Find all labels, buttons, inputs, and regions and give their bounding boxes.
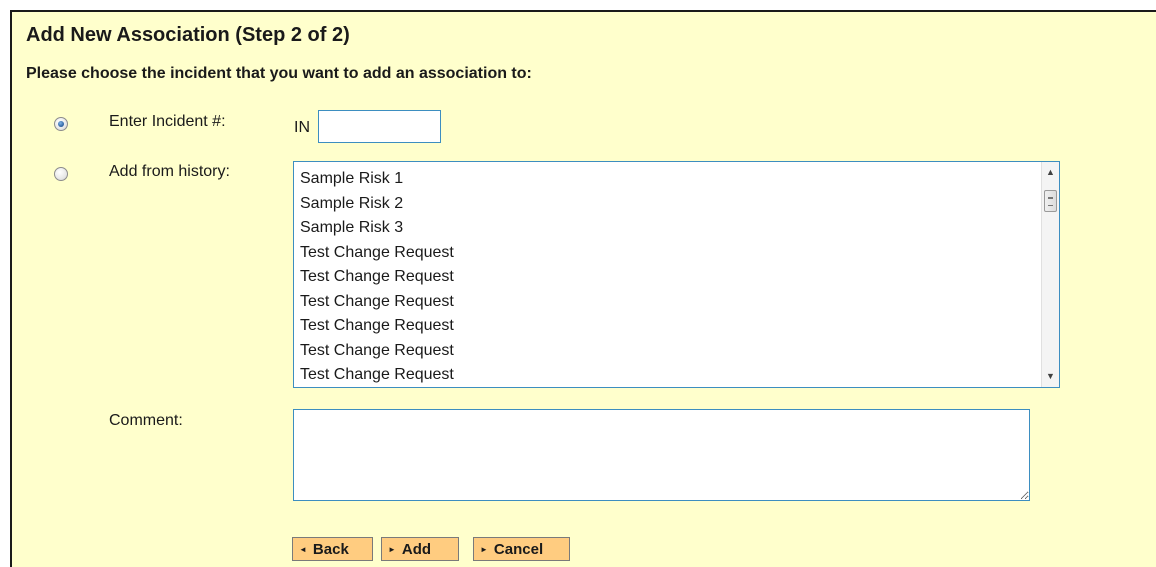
comment-label: Comment: [109, 412, 183, 429]
history-list-item[interactable]: Test Change Request [300, 339, 1059, 364]
history-list-item[interactable]: Test Change Request [300, 290, 1059, 315]
history-list-item[interactable]: Sample Risk 1 [300, 167, 1059, 192]
incident-prefix: IN [294, 119, 310, 136]
comment-textarea[interactable] [293, 409, 1030, 501]
history-scrollbar[interactable]: ▲ ▼ [1041, 162, 1059, 387]
arrow-left-icon: ◄ [299, 544, 307, 554]
history-list-item[interactable]: Test Change Request [300, 241, 1059, 266]
history-list-item[interactable]: Sample Risk 2 [300, 192, 1059, 217]
incident-number-input[interactable] [318, 110, 441, 143]
back-button-label: Back [312, 540, 349, 558]
scroll-down-icon[interactable]: ▼ [1042, 368, 1059, 385]
add-button-label: Add [401, 540, 432, 558]
add-from-history-radio[interactable] [54, 167, 68, 181]
back-button[interactable]: ◄ Back [292, 537, 373, 561]
enter-incident-radio[interactable] [54, 117, 68, 131]
add-association-panel: Add New Association (Step 2 of 2) Please… [10, 10, 1156, 567]
history-list-item[interactable]: Test Change Request [300, 265, 1059, 290]
history-list-item[interactable]: Sample Risk 3 [300, 216, 1059, 241]
history-list-item[interactable]: Test Change Request [300, 363, 1059, 387]
enter-incident-label: Enter Incident #: [109, 113, 226, 130]
add-button[interactable]: ► Add [381, 537, 459, 561]
page-title: Add New Association (Step 2 of 2) [26, 24, 350, 46]
instructions-text: Please choose the incident that you want… [26, 65, 532, 82]
scroll-up-icon[interactable]: ▲ [1042, 164, 1059, 181]
cancel-button-label: Cancel [493, 540, 544, 558]
history-listbox[interactable]: Sample Risk 1 Sample Risk 2 Sample Risk 3T… [293, 161, 1060, 388]
add-from-history-label: Add from history: [109, 163, 230, 180]
history-list: Sample Risk 1 Sample Risk 2 Sample Risk 3T… [294, 162, 1059, 387]
arrow-right-icon: ► [480, 544, 488, 554]
scroll-thumb[interactable] [1044, 190, 1057, 212]
arrow-right-icon: ► [388, 544, 396, 554]
cancel-button[interactable]: ► Cancel [473, 537, 570, 561]
history-list-item[interactable]: Test Change Request [300, 314, 1059, 339]
